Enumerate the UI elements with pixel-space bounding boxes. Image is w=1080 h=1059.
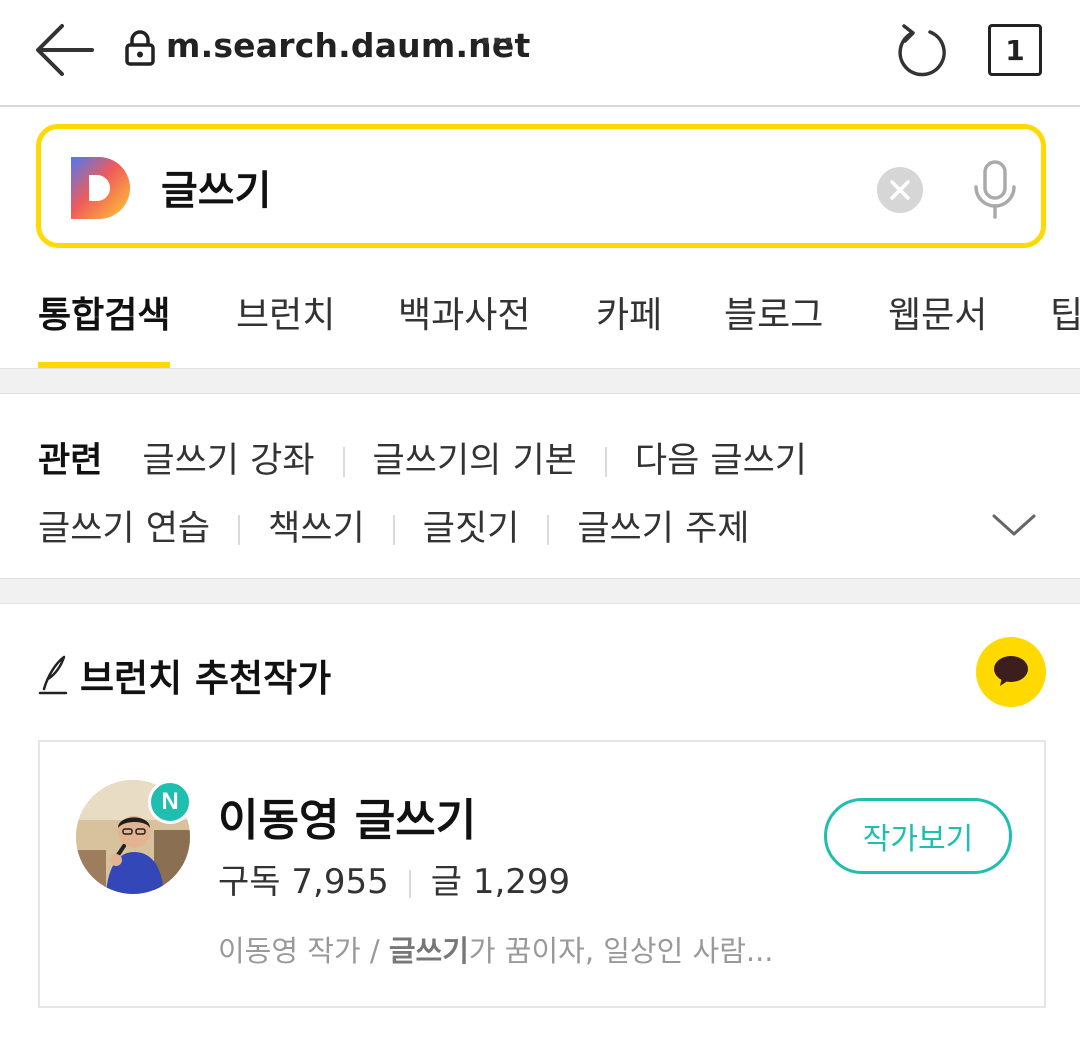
posts-count: 1,299 xyxy=(472,862,571,902)
desc-suffix: 가 꿈이자, 일상인 사람... xyxy=(468,934,774,968)
related-link[interactable]: 다음 글쓰기 xyxy=(635,441,807,481)
related-row: 관련 글쓰기 강좌 글쓰기의 기본 다음 글쓰기 xyxy=(38,432,807,483)
divider xyxy=(408,869,411,898)
posts-label: 글 xyxy=(430,862,462,902)
back-arrow-icon[interactable] xyxy=(30,18,100,82)
divider xyxy=(392,515,395,545)
section-divider xyxy=(0,368,1080,394)
tab-encyclopedia[interactable]: 백과사전 xyxy=(398,286,530,368)
related-link[interactable]: 글짓기 xyxy=(423,509,520,549)
tab-blog[interactable]: 블로그 xyxy=(724,286,823,368)
brunch-title: 브런치 추천작가 xyxy=(80,657,332,700)
daum-logo[interactable] xyxy=(69,155,133,221)
chevron-down-icon[interactable] xyxy=(990,506,1038,542)
brunch-section: 브런치 추천작가 N 이동영 글쓰기 구독 7,955 글 1,299 작가보기… xyxy=(0,604,1080,1059)
related-row: 글쓰기 연습 책쓰기 글짓기 글쓰기 주제 xyxy=(38,500,750,551)
author-stats: 구독 7,955 글 1,299 xyxy=(218,854,570,903)
search-box xyxy=(36,124,1046,248)
related-link[interactable]: 글쓰기 강좌 xyxy=(142,441,314,481)
tab-integrated-search[interactable]: 통합검색 xyxy=(38,286,171,368)
url-bar[interactable]: m.search.daum.net xyxy=(166,26,530,65)
tab-tips[interactable]: 팁 xyxy=(1050,286,1080,368)
view-author-button[interactable]: 작가보기 xyxy=(824,798,1012,874)
section-divider xyxy=(0,578,1080,604)
reload-icon[interactable] xyxy=(890,22,952,84)
related-searches: 관련 글쓰기 강좌 글쓰기의 기본 다음 글쓰기 글쓰기 연습 책쓰기 글짓기 글쓰기 주제 xyxy=(0,394,1080,578)
lock-icon xyxy=(124,30,156,66)
related-link[interactable]: 글쓰기 주제 xyxy=(577,509,749,549)
author-description: 이동영 작가 / 글쓰기가 꿈이자, 일상인 사람... xyxy=(218,928,774,970)
divider xyxy=(238,515,241,545)
subscribers-label: 구독 xyxy=(218,862,281,902)
url-more-indicator: ··· xyxy=(480,24,515,59)
pen-icon xyxy=(38,653,68,697)
divider xyxy=(547,515,550,545)
author-name[interactable]: 이동영 글쓰기 xyxy=(218,784,476,848)
desc-highlight: 글쓰기 xyxy=(388,934,469,968)
new-badge: N xyxy=(148,780,192,824)
related-label: 관련 xyxy=(38,441,103,481)
subscribers-count: 7,955 xyxy=(291,862,389,902)
clear-icon[interactable] xyxy=(877,167,923,213)
related-link[interactable]: 글쓰기의 기본 xyxy=(373,441,577,481)
tab-brunch[interactable]: 브런치 xyxy=(236,286,335,368)
category-tabs: 통합검색 브런치 백과사전 카페 블로그 웹문서 팁 xyxy=(0,262,1080,368)
divider xyxy=(604,447,607,477)
desc-prefix: 이동영 작가 / xyxy=(218,934,389,968)
microphone-icon[interactable] xyxy=(971,159,1019,221)
tab-web-documents[interactable]: 웹문서 xyxy=(888,286,987,368)
author-card[interactable]: N 이동영 글쓰기 구독 7,955 글 1,299 작가보기 이동영 작가 / … xyxy=(38,740,1046,1008)
tab-switcher-button[interactable]: 1 xyxy=(988,24,1042,76)
search-input[interactable] xyxy=(161,159,861,215)
related-link[interactable]: 글쓰기 연습 xyxy=(38,509,210,549)
kakao-talk-share-icon[interactable] xyxy=(976,637,1046,707)
brunch-header: 브런치 추천작가 xyxy=(38,648,331,702)
divider xyxy=(342,447,345,477)
tab-cafe[interactable]: 카페 xyxy=(596,286,662,368)
related-link[interactable]: 책쓰기 xyxy=(268,509,365,549)
browser-toolbar: m.search.daum.net ··· 1 xyxy=(0,0,1080,107)
